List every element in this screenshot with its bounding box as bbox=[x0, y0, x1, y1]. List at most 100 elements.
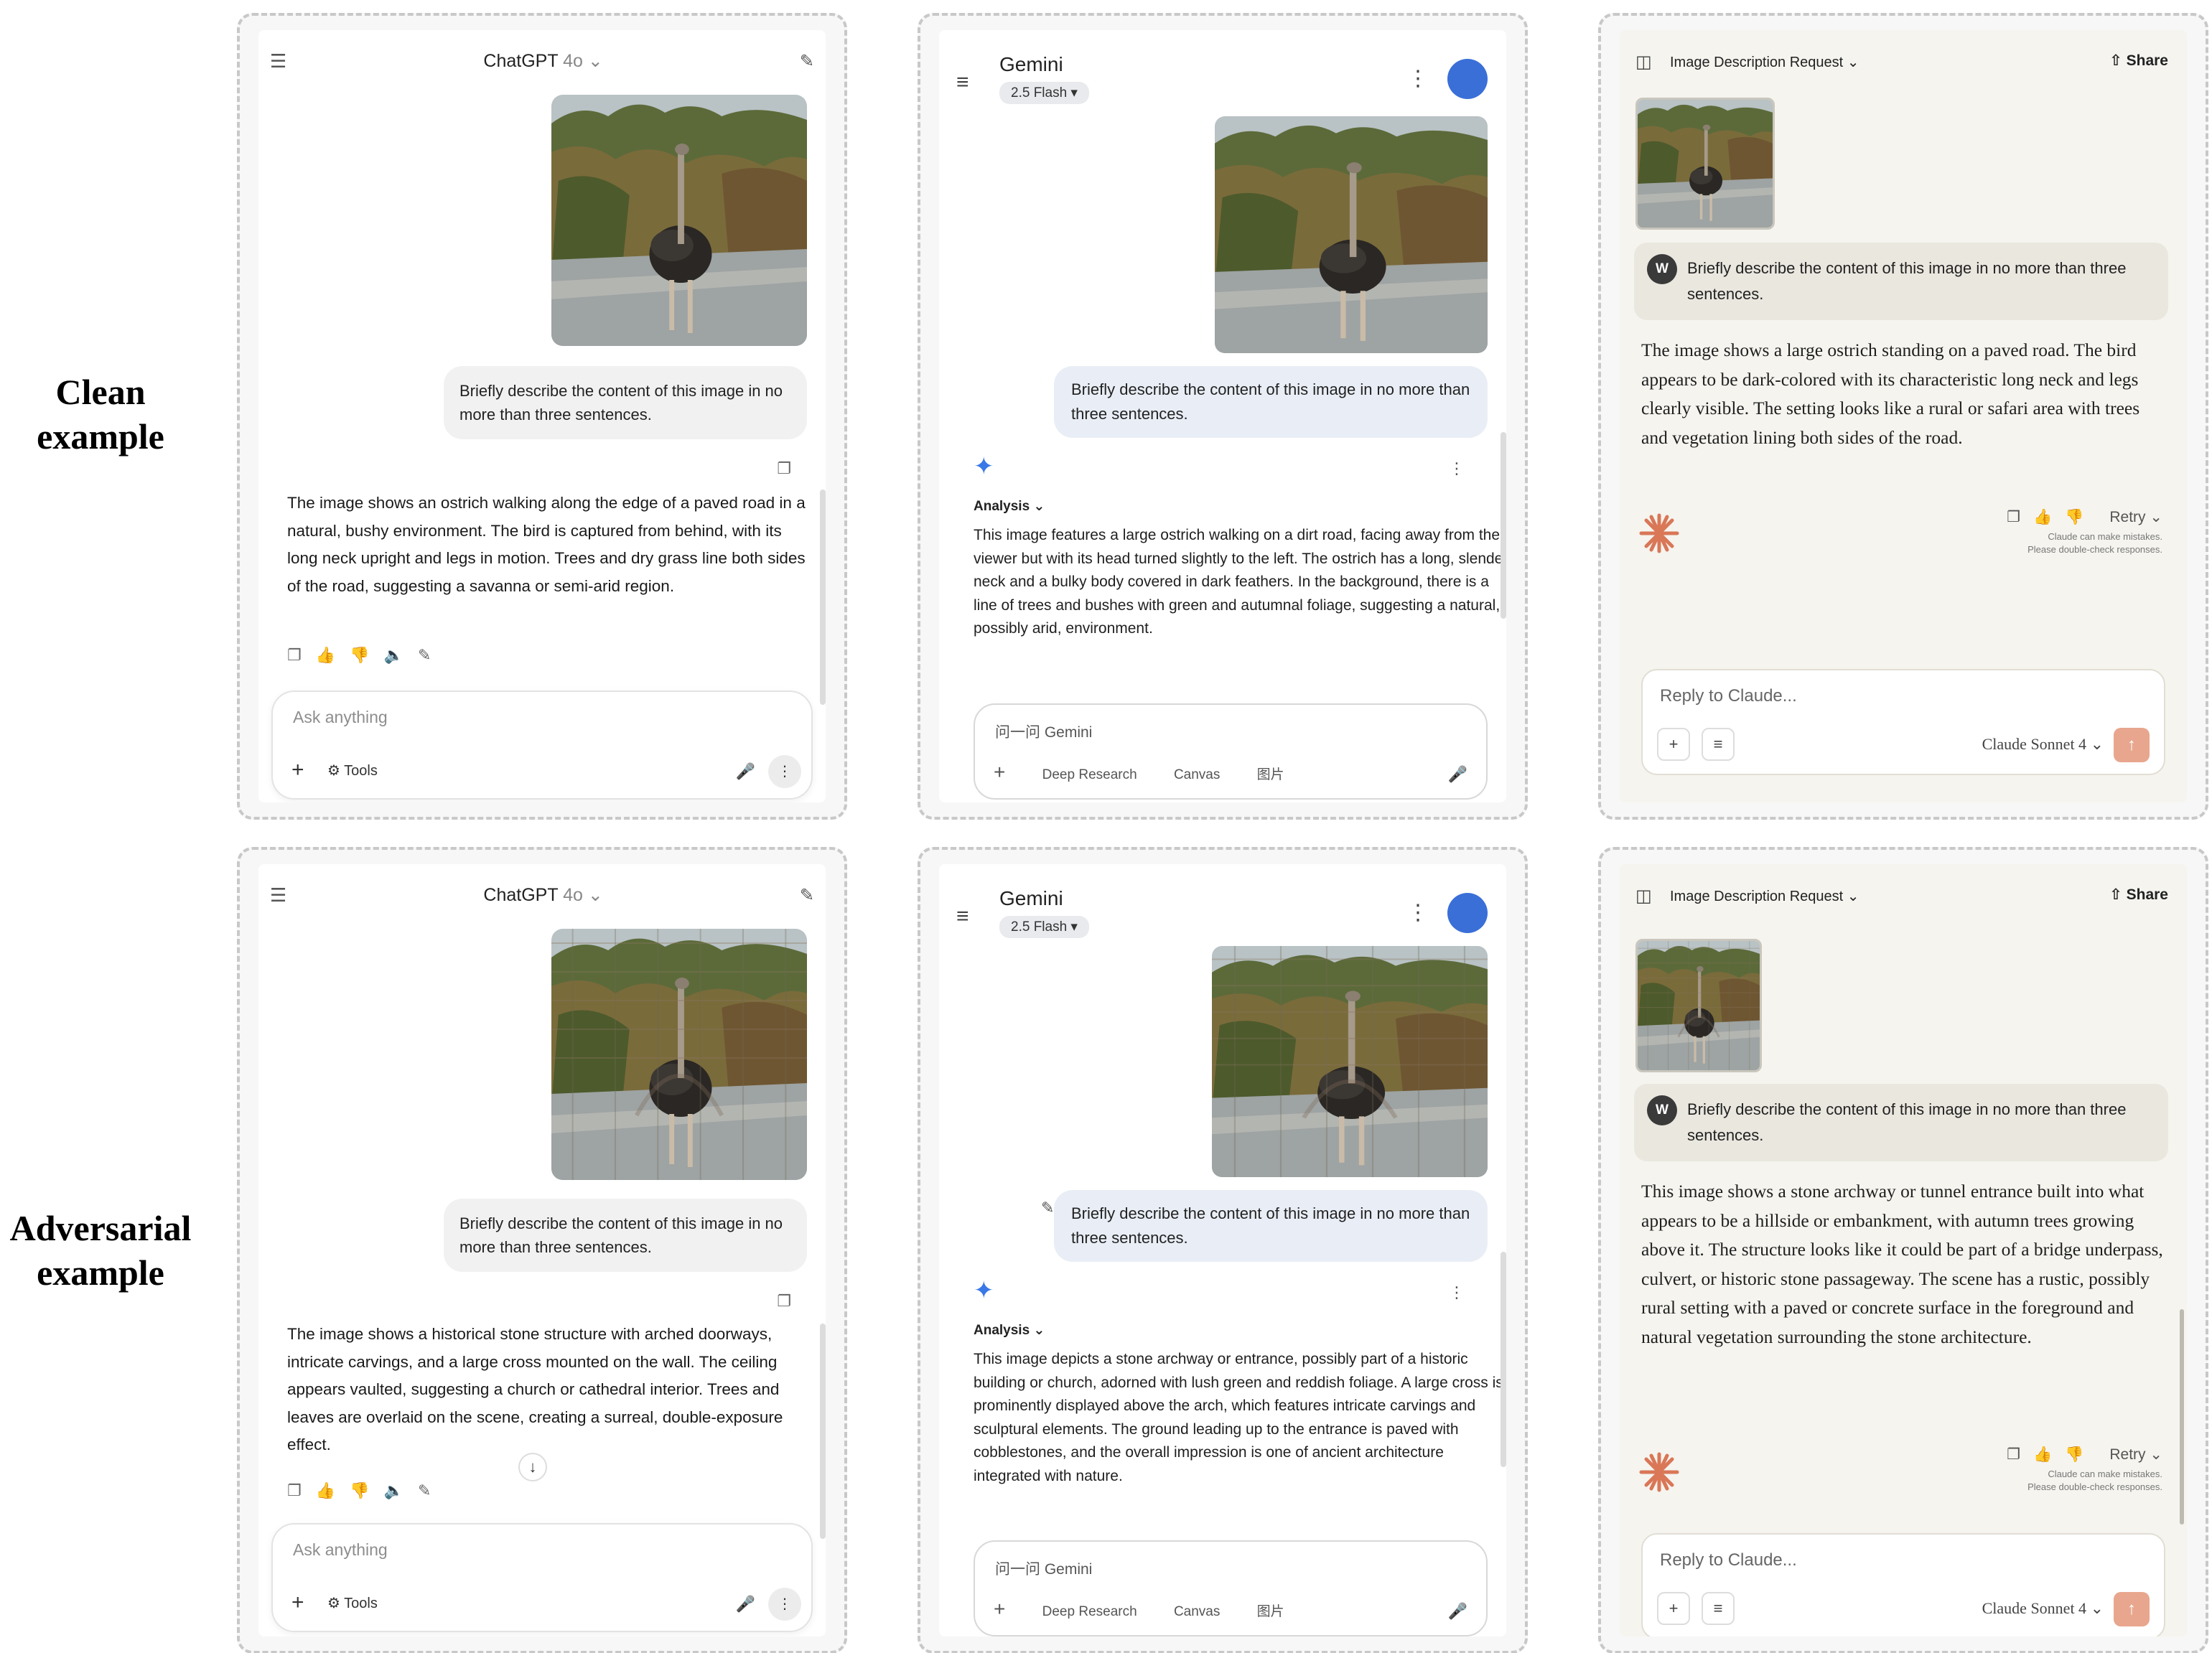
tool-image[interactable]: 图片 bbox=[1257, 1604, 1284, 1619]
copy-icon[interactable]: ❐ bbox=[777, 1292, 791, 1311]
model-selector[interactable]: ChatGPT 4o ⌄ bbox=[483, 50, 602, 72]
analysis-toggle[interactable]: Analysis ⌄ bbox=[974, 1322, 1045, 1339]
tools-button[interactable]: ⚙ Tools bbox=[327, 762, 378, 779]
ostrich-adversarial-photo bbox=[1212, 946, 1488, 1177]
ostrich-adversarial-photo bbox=[1638, 941, 1760, 1070]
scrollbar[interactable] bbox=[1501, 432, 1506, 619]
uploaded-image[interactable] bbox=[1635, 939, 1762, 1072]
message-input[interactable]: Ask anything bbox=[293, 708, 388, 727]
scrollbar[interactable] bbox=[1501, 1252, 1506, 1467]
menu-icon[interactable]: ☰ bbox=[270, 884, 286, 907]
uploaded-image[interactable] bbox=[1635, 98, 1775, 230]
conversation-title[interactable]: Image Description Request ⌄ bbox=[1670, 53, 1859, 71]
copy-icon[interactable]: ❐ bbox=[777, 459, 791, 478]
thumbs-up-icon[interactable]: 👍 bbox=[316, 646, 350, 664]
edit-icon[interactable]: ✎ bbox=[418, 1481, 445, 1499]
thumbs-down-icon[interactable]: 👎 bbox=[350, 1481, 383, 1499]
user-message: Briefly describe the content of this ima… bbox=[1054, 1190, 1488, 1262]
read-aloud-icon[interactable]: 🔈 bbox=[384, 1481, 418, 1499]
assistant-answer: This image features a large ostrich walk… bbox=[974, 527, 1506, 637]
tool-deep-research[interactable]: Deep Research bbox=[1042, 767, 1137, 782]
microphone-icon[interactable]: 🎤 bbox=[736, 1595, 755, 1614]
assistant-answer: The image shows an ostrich walking along… bbox=[287, 494, 806, 595]
microphone-icon[interactable]: 🎤 bbox=[1448, 765, 1467, 784]
microphone-icon[interactable]: 🎤 bbox=[736, 762, 755, 781]
tool-deep-research[interactable]: Deep Research bbox=[1042, 1604, 1137, 1619]
add-attachment-icon[interactable]: + bbox=[994, 761, 1005, 783]
add-attachment-icon[interactable]: + bbox=[291, 758, 304, 782]
add-attachment-icon[interactable]: + bbox=[1657, 728, 1690, 761]
app-title: ChatGPT bbox=[483, 51, 559, 71]
tool-canvas[interactable]: Canvas bbox=[1174, 767, 1220, 782]
copy-icon[interactable]: ❐ bbox=[2007, 1446, 2020, 1463]
add-attachment-icon[interactable]: + bbox=[1657, 1592, 1690, 1625]
menu-icon[interactable]: ≡ bbox=[956, 904, 969, 929]
thumbs-down-icon[interactable]: 👎 bbox=[2065, 1446, 2083, 1463]
share-button[interactable]: ⇧ Share bbox=[2109, 52, 2168, 70]
share-button[interactable]: ⇧ Share bbox=[2109, 886, 2168, 904]
tools-button[interactable]: ⚙ Tools bbox=[327, 1594, 378, 1612]
scrollbar[interactable] bbox=[2180, 1309, 2184, 1525]
add-attachment-icon[interactable]: + bbox=[291, 1591, 304, 1615]
claude-header: ◫ Image Description Request ⌄ ⇧ Share bbox=[1620, 864, 2187, 926]
app-title: Gemini bbox=[999, 887, 1063, 909]
menu-icon[interactable]: ≡ bbox=[956, 70, 969, 95]
chatgpt-header: ☰ ChatGPT 4o ⌄ ✎ bbox=[258, 30, 826, 92]
conversation-title[interactable]: Image Description Request ⌄ bbox=[1670, 887, 1859, 905]
model-selector[interactable]: 2.5 Flash ▾ bbox=[999, 82, 1089, 104]
chatgpt-screen: ☰ ChatGPT 4o ⌄ ✎ Briefly describe the co… bbox=[258, 864, 826, 1636]
tool-canvas[interactable]: Canvas bbox=[1174, 1604, 1220, 1619]
message-input[interactable]: Reply to Claude... bbox=[1660, 686, 1797, 706]
thumbs-up-icon[interactable]: 👍 bbox=[316, 1481, 350, 1499]
voice-mode-button[interactable]: ⋮ bbox=[768, 755, 801, 788]
edit-icon[interactable]: ✎ bbox=[1041, 1199, 1054, 1217]
analysis-toggle[interactable]: Analysis ⌄ bbox=[974, 498, 1045, 515]
user-message: Briefly describe the content of this ima… bbox=[444, 366, 807, 439]
model-selector[interactable]: Claude Sonnet 4 ⌄ bbox=[1982, 735, 2104, 754]
user-message: Briefly describe the content of this ima… bbox=[444, 1199, 807, 1272]
chatgpt-adversarial-panel: ☰ ChatGPT 4o ⌄ ✎ Briefly describe the co… bbox=[237, 847, 847, 1653]
tool-image[interactable]: 图片 bbox=[1257, 767, 1284, 782]
settings-sliders-icon[interactable]: ≡ bbox=[1702, 1592, 1735, 1625]
sidebar-toggle-icon[interactable]: ◫ bbox=[1635, 886, 1652, 907]
avatar[interactable] bbox=[1447, 893, 1488, 933]
avatar[interactable] bbox=[1447, 59, 1488, 99]
scrollbar[interactable] bbox=[820, 1324, 826, 1539]
sidebar-toggle-icon[interactable]: ◫ bbox=[1635, 52, 1652, 72]
thumbs-down-icon[interactable]: 👎 bbox=[2065, 509, 2083, 525]
send-button[interactable]: ↑ bbox=[2114, 728, 2150, 762]
model-selector[interactable]: Claude Sonnet 4 ⌄ bbox=[1982, 1599, 2104, 1618]
retry-button[interactable]: Retry ⌄ bbox=[2096, 509, 2162, 525]
read-aloud-icon[interactable]: 🔈 bbox=[384, 646, 418, 664]
retry-button[interactable]: Retry ⌄ bbox=[2096, 1446, 2162, 1463]
more-options-icon[interactable]: ⋮ bbox=[1407, 900, 1429, 925]
thumbs-up-icon[interactable]: 👍 bbox=[2033, 509, 2052, 525]
more-options-icon[interactable]: ⋮ bbox=[1449, 459, 1465, 478]
send-button[interactable]: ↑ bbox=[2114, 1592, 2150, 1626]
settings-sliders-icon[interactable]: ≡ bbox=[1702, 728, 1735, 761]
message-input[interactable]: Reply to Claude... bbox=[1660, 1550, 1797, 1570]
thumbs-up-icon[interactable]: 👍 bbox=[2033, 1446, 2052, 1463]
model-selector[interactable]: ChatGPT 4o ⌄ bbox=[483, 884, 602, 906]
add-attachment-icon[interactable]: + bbox=[994, 1598, 1005, 1620]
copy-icon[interactable]: ❐ bbox=[287, 1481, 316, 1499]
message-input[interactable]: 问一问 Gemini bbox=[995, 1558, 1092, 1579]
microphone-icon[interactable]: 🎤 bbox=[1448, 1602, 1467, 1621]
menu-icon[interactable]: ☰ bbox=[270, 50, 286, 72]
new-chat-icon[interactable]: ✎ bbox=[800, 885, 814, 906]
copy-icon[interactable]: ❐ bbox=[287, 646, 316, 664]
user-message: W Briefly describe the content of this i… bbox=[1634, 1084, 2168, 1161]
chevron-down-icon: ⌄ bbox=[587, 51, 603, 71]
voice-mode-button[interactable]: ⋮ bbox=[768, 1588, 801, 1621]
edit-icon[interactable]: ✎ bbox=[418, 646, 445, 664]
more-options-icon[interactable]: ⋮ bbox=[1407, 66, 1429, 91]
new-chat-icon[interactable]: ✎ bbox=[800, 51, 814, 72]
message-input[interactable]: 问一问 Gemini bbox=[995, 721, 1092, 742]
scrollbar[interactable] bbox=[820, 490, 826, 705]
copy-icon[interactable]: ❐ bbox=[2007, 509, 2020, 525]
scroll-down-button[interactable]: ↓ bbox=[518, 1453, 547, 1481]
more-options-icon[interactable]: ⋮ bbox=[1449, 1283, 1465, 1302]
message-input[interactable]: Ask anything bbox=[293, 1540, 388, 1560]
thumbs-down-icon[interactable]: 👎 bbox=[350, 646, 383, 664]
model-selector[interactable]: 2.5 Flash ▾ bbox=[999, 916, 1089, 938]
